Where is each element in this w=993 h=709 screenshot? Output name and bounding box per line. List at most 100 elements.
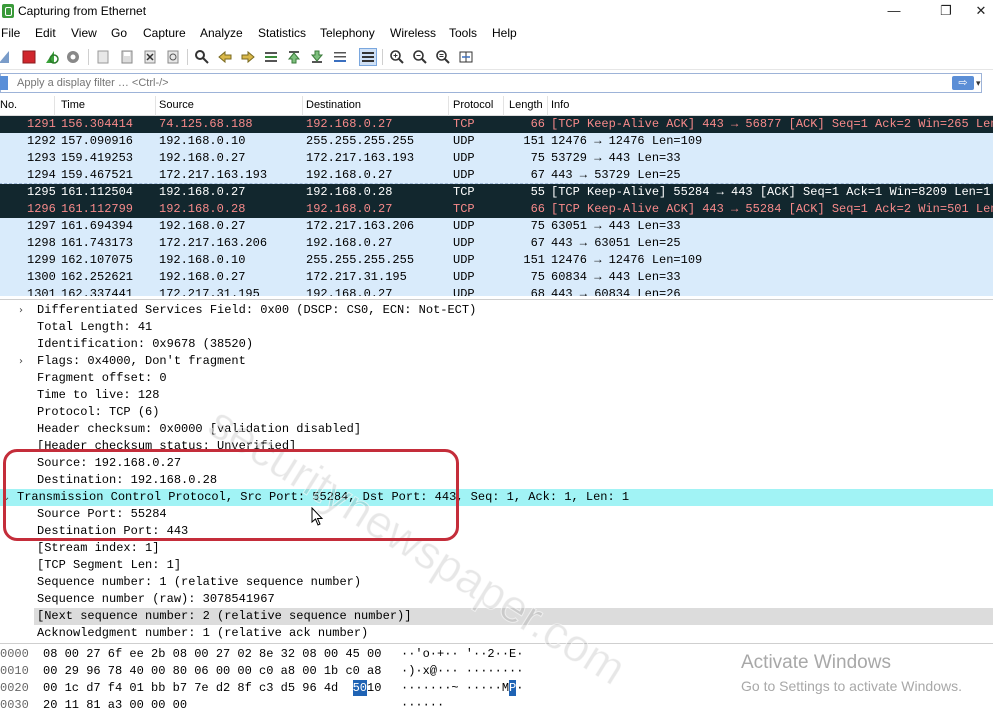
packet-row[interactable]: 1293 159.419253 192.168.0.27 172.217.163.19… <box>0 150 993 167</box>
packet-row[interactable]: 1300 162.252621 192.168.0.27 172.217.31.195… <box>0 269 993 286</box>
zoom-in-icon[interactable] <box>388 48 406 66</box>
filter-dropdown-icon[interactable]: ▾ <box>976 77 986 89</box>
hex-row[interactable]: 0020 00 1c d7 f4 01 bb b7 7e d2 8f c3 d5 … <box>0 680 993 696</box>
menu-tools[interactable]: Tools <box>449 26 477 40</box>
detail-row[interactable]: Total Length: 41 <box>0 319 993 336</box>
zoom-normal-icon[interactable] <box>434 48 452 66</box>
restore-button[interactable]: ❐ <box>935 2 957 20</box>
find-packet-icon[interactable] <box>193 48 211 66</box>
packet-length: 75 <box>530 151 545 165</box>
detail-row[interactable]: Source: 192.168.0.27 <box>0 455 993 472</box>
detail-text: Sequence number: 1 (relative sequence nu… <box>37 575 362 589</box>
menu-wireless[interactable]: Wireless <box>390 26 436 40</box>
menu-file[interactable]: File <box>1 26 20 40</box>
packet-row[interactable]: 1291 156.304414 74.125.68.188 192.168.0.27 T… <box>0 116 993 133</box>
menu-help[interactable]: Help <box>492 26 517 40</box>
menu-analyze[interactable]: Analyze <box>200 26 243 40</box>
detail-row[interactable]: Header checksum: 0x0000 [validation disa… <box>0 421 993 438</box>
detail-text: [Next sequence number: 2 (relative seque… <box>37 609 412 623</box>
detail-row[interactable]: Identification: 0x9678 (38520) <box>0 336 993 353</box>
packet-row[interactable]: 1299 162.107075 192.168.0.10 255.255.255.25… <box>0 252 993 269</box>
hex-row[interactable]: 0030 20 11 81 a3 00 00 00 ······ <box>0 697 993 709</box>
colorize-icon[interactable] <box>359 48 377 66</box>
packet-time: 157.090916 <box>61 134 134 148</box>
menu-go[interactable]: Go <box>111 26 127 40</box>
detail-text: Header checksum: 0x0000 [validation disa… <box>37 422 362 436</box>
autoscroll-icon[interactable] <box>331 48 349 66</box>
menu-edit[interactable]: Edit <box>35 26 56 40</box>
detail-row[interactable]: [Header checksum status: Unverified] <box>0 438 993 455</box>
detail-row[interactable]: [Next sequence number: 2 (relative seque… <box>34 608 993 625</box>
packet-info: [TCP Keep-Alive ACK] 443 → 56877 [ACK] S… <box>551 117 993 131</box>
capture-options-icon[interactable] <box>64 48 82 66</box>
packet-row[interactable]: 1301 162.337441 172.217.31.195 192.168.0.27… <box>0 286 993 296</box>
packet-row[interactable]: 1292 157.090916 192.168.0.10 255.255.255.25… <box>0 133 993 150</box>
packet-protocol: TCP <box>453 202 475 216</box>
zoom-out-icon[interactable] <box>411 48 429 66</box>
packet-row[interactable]: 1298 161.743173 172.217.163.206 192.168.0.2… <box>0 235 993 252</box>
close-file-icon[interactable] <box>141 48 159 66</box>
go-to-packet-icon[interactable] <box>262 48 280 66</box>
detail-row[interactable]: Protocol: TCP (6) <box>0 404 993 421</box>
menu-telephony[interactable]: Telephony <box>320 26 375 40</box>
filter-bookmark-icon[interactable] <box>0 76 8 90</box>
collapse-chevron-icon[interactable]: ⌄ <box>2 489 12 506</box>
hex-bytes: 08 00 27 6f ee 2b 08 00 27 02 8e 32 08 0… <box>43 647 382 661</box>
stop-capture-icon[interactable] <box>20 48 38 66</box>
column-header-no[interactable]: No. <box>0 99 17 111</box>
hex-row[interactable]: 0000 08 00 27 6f ee 2b 08 00 27 02 8e 32 … <box>0 646 993 662</box>
go-forward-icon[interactable] <box>239 48 257 66</box>
detail-row[interactable]: Destination Port: 443 <box>0 523 993 540</box>
packet-info: 12476 → 12476 Len=109 <box>551 134 703 148</box>
column-header-protocol[interactable]: Protocol <box>453 99 493 111</box>
packet-length: 66 <box>530 117 545 131</box>
packet-row[interactable]: 1297 161.694394 192.168.0.27 172.217.163.20… <box>0 218 993 235</box>
shark-fin-icon[interactable] <box>0 48 14 66</box>
column-header-info[interactable]: Info <box>551 99 569 111</box>
hex-row[interactable]: 0010 00 29 96 78 40 00 80 06 00 00 c0 a8 … <box>0 663 993 679</box>
detail-row[interactable]: ⌄ Transmission Control Protocol, Src Port… <box>0 489 993 506</box>
detail-row[interactable]: [TCP Segment Len: 1] <box>0 557 993 574</box>
open-file-icon[interactable] <box>94 48 112 66</box>
detail-row[interactable]: Destination: 192.168.0.28 <box>0 472 993 489</box>
close-button[interactable]: ✕ <box>970 2 992 20</box>
column-header-length[interactable]: Length <box>509 99 543 111</box>
save-file-icon[interactable] <box>118 48 136 66</box>
menu-capture[interactable]: Capture <box>143 26 186 40</box>
detail-row[interactable]: Sequence number (raw): 3078541967 <box>0 591 993 608</box>
display-filter-input[interactable] <box>0 73 982 93</box>
restart-capture-icon[interactable] <box>42 48 60 66</box>
detail-row[interactable]: Sequence number: 1 (relative sequence nu… <box>0 574 993 591</box>
packet-row[interactable]: 1294 159.467521 172.217.163.193 192.168.0.2… <box>0 167 993 184</box>
expand-chevron-icon[interactable]: › <box>19 302 29 319</box>
detail-row[interactable]: [Stream index: 1] <box>0 540 993 557</box>
packet-destination: 192.168.0.27 <box>306 117 393 131</box>
hex-offset: 0030 <box>0 698 29 709</box>
resize-columns-icon[interactable] <box>457 48 475 66</box>
go-back-icon[interactable] <box>216 48 234 66</box>
expand-chevron-icon[interactable]: › <box>19 353 29 370</box>
column-header-destination[interactable]: Destination <box>306 99 361 111</box>
packet-row[interactable]: 1296 161.112799 192.168.0.28 192.168.0.27 TC… <box>0 201 993 218</box>
column-header-time[interactable]: Time <box>61 99 85 111</box>
detail-row[interactable]: › Differentiated Services Field: 0x00 (DS… <box>0 302 993 319</box>
go-first-icon[interactable] <box>285 48 303 66</box>
packet-row[interactable]: 1295 161.112504 192.168.0.27 192.168.0.28 TC… <box>0 183 993 202</box>
packet-rows: 1291 156.304414 74.125.68.188 192.168.0.27 T… <box>0 116 993 296</box>
detail-row[interactable]: Source Port: 55284 <box>0 506 993 523</box>
go-last-icon[interactable] <box>308 48 326 66</box>
packet-protocol: TCP <box>453 117 475 131</box>
menu-statistics[interactable]: Statistics <box>258 26 306 40</box>
minimize-button[interactable]: — <box>883 2 905 20</box>
detail-row[interactable]: Fragment offset: 0 <box>0 370 993 387</box>
detail-row[interactable]: Acknowledgment number: 1 (relative ack n… <box>0 625 993 641</box>
detail-row[interactable]: Time to live: 128 <box>0 387 993 404</box>
reload-file-icon[interactable] <box>164 48 182 66</box>
packet-info: [TCP Keep-Alive ACK] 443 → 55284 [ACK] S… <box>551 202 993 216</box>
menu-view[interactable]: View <box>71 26 97 40</box>
column-header-source[interactable]: Source <box>159 99 194 111</box>
detail-text: Source Port: 55284 <box>37 507 167 521</box>
apply-filter-button[interactable]: ⇨ <box>952 76 974 90</box>
detail-row[interactable]: › Flags: 0x4000, Don't fragment <box>0 353 993 370</box>
packet-time: 162.252621 <box>61 270 134 284</box>
